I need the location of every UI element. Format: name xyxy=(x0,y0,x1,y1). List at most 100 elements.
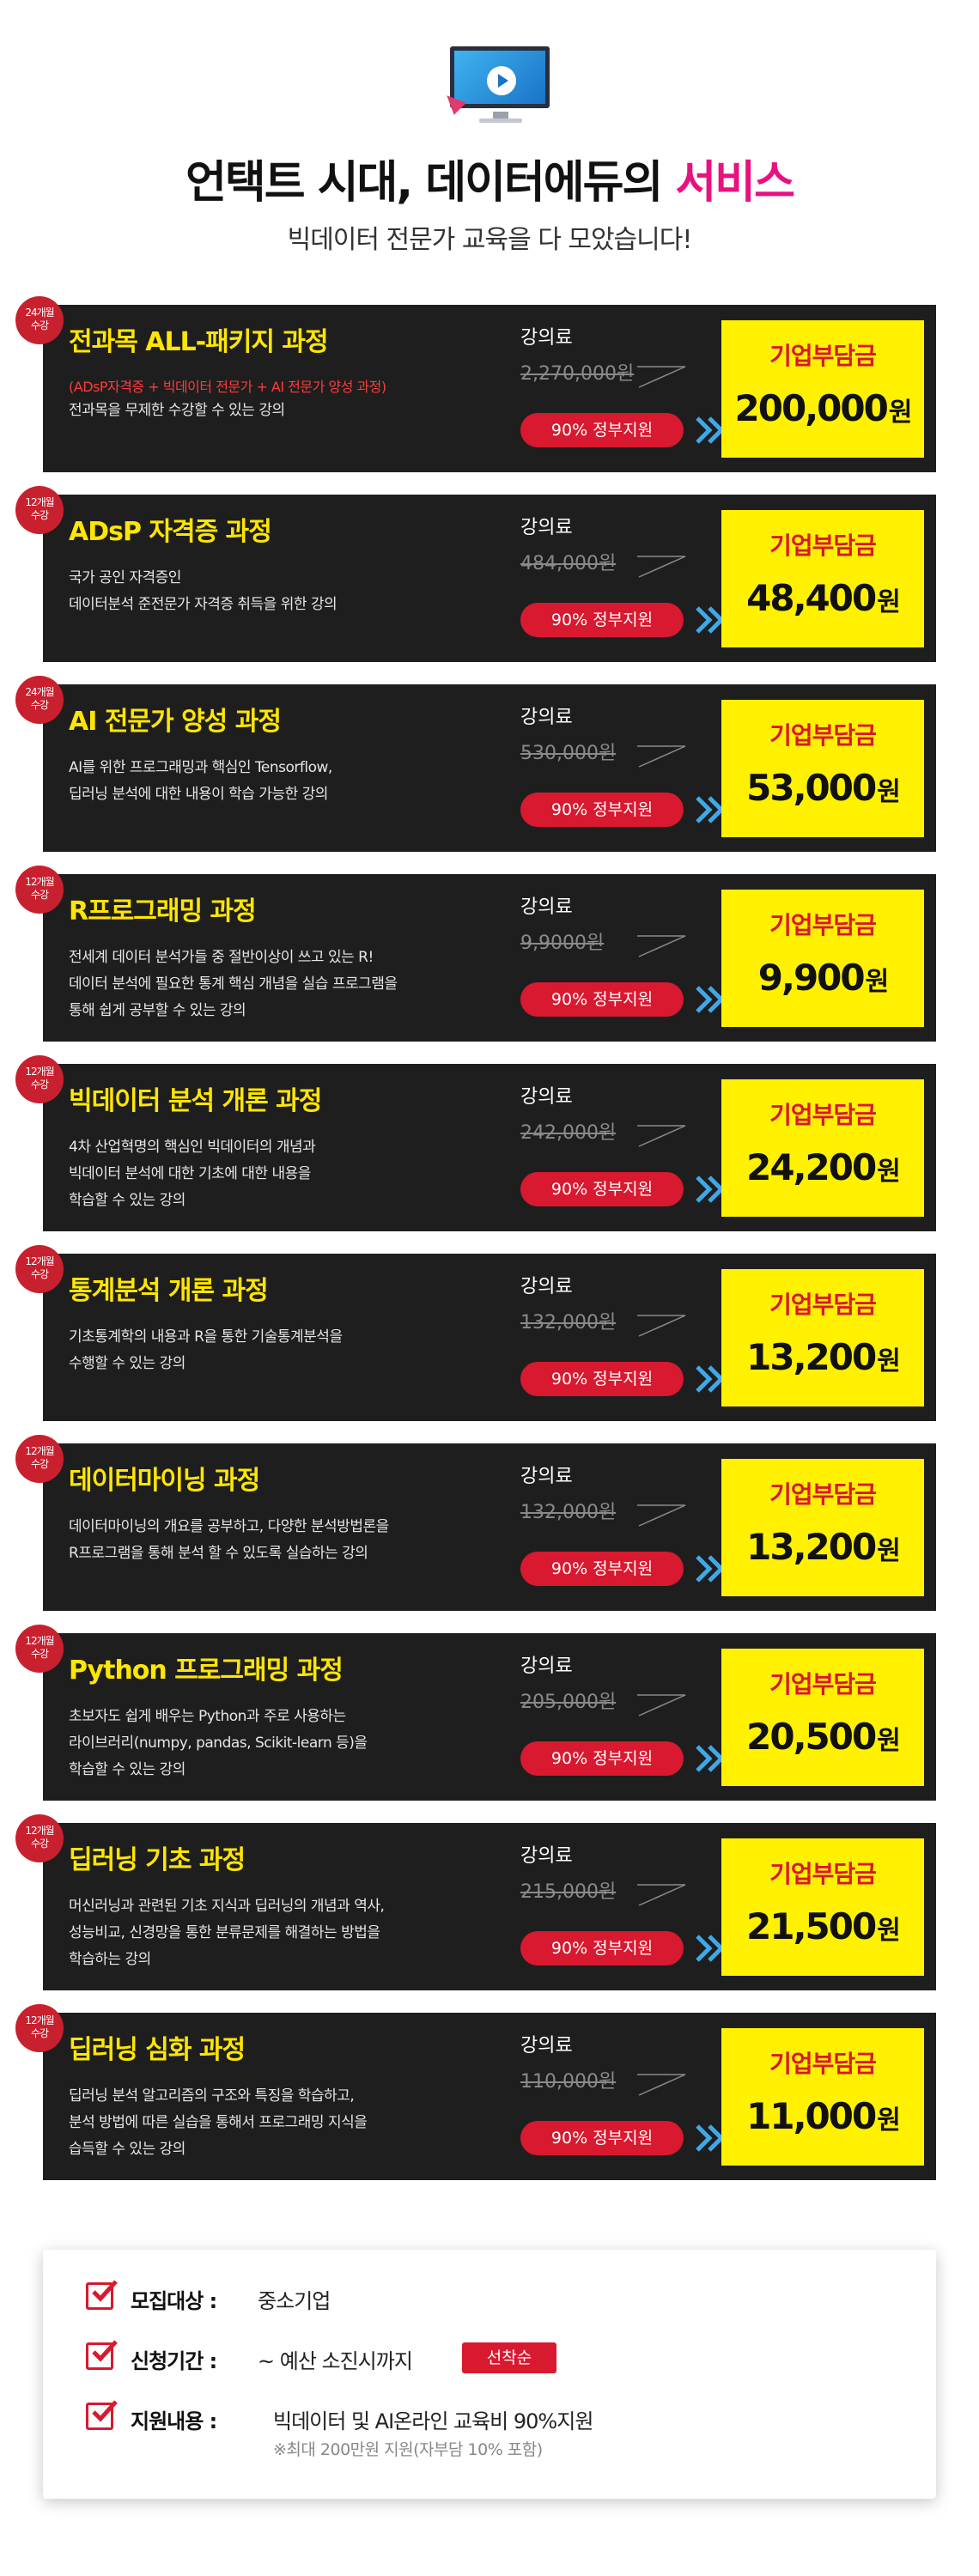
company-cost-label: 기업부담금 xyxy=(769,1480,877,1509)
badge-months: 12개월 xyxy=(25,496,54,508)
company-cost-price: 9,900원 xyxy=(721,957,924,999)
fee-label: 강의료 xyxy=(520,1466,573,1487)
course-desc-line: 딥러닝 분석 알고리즘의 구조와 특징을 학습하고, xyxy=(69,2087,355,2105)
duration-badge: 12개월 수강 xyxy=(15,486,64,534)
course-desc: 전과목을 무제한 수강할 수 있는 강의 xyxy=(69,398,285,424)
price-unit: 원 xyxy=(877,2105,901,2136)
price-unit: 원 xyxy=(877,1916,901,1946)
price-unit: 원 xyxy=(877,1157,901,1187)
price-unit: 원 xyxy=(877,1346,901,1376)
price-unit: 원 xyxy=(865,967,890,997)
badge-suffix: 수강 xyxy=(30,1268,49,1280)
course-card[interactable]: 12개월 수강 데이터마이닝 과정데이터마이닝의 개요를 공부하고, 다양한 분석방… xyxy=(15,1435,936,1611)
badge-months: 12개월 xyxy=(25,1255,54,1267)
course-desc-line: R프로그램을 통해 분석 할 수 있도록 실습하는 강의 xyxy=(69,1545,368,1562)
duration-badge: 12개월 수강 xyxy=(15,1055,64,1103)
price-value: 20,500 xyxy=(746,1716,877,1758)
strike-mark-icon xyxy=(637,1315,686,1337)
strike-mark-icon xyxy=(637,556,686,578)
company-cost-price: 20,500원 xyxy=(721,1716,924,1758)
page-title: 언택트 시대, 데이터에듀의 서비스 xyxy=(0,146,979,210)
price-value: 24,200 xyxy=(746,1146,877,1188)
course-highlight: (ADsP자격증 + 빅데이터 전문가 + AI 전문가 양성 과정) xyxy=(69,379,386,395)
gov-support-badge: 90% 정부지원 xyxy=(520,1552,684,1586)
duration-badge: 12개월 수강 xyxy=(15,1814,64,1862)
fee-label: 강의료 xyxy=(520,327,573,349)
company-cost-price: 13,200원 xyxy=(721,1526,924,1568)
company-cost-price: 200,000원 xyxy=(721,387,924,429)
course-desc-line: 딥러닝 분석에 대한 내용이 학습 가능한 강의 xyxy=(69,786,328,803)
price-value: 21,500 xyxy=(746,1905,877,1947)
strike-mark-icon xyxy=(637,1125,686,1147)
course-title: ADsP 자격증 과정 xyxy=(69,517,272,547)
course-desc-line: 습득할 수 있는 강의 xyxy=(69,2141,185,2158)
info-support-label: 지원내용 : xyxy=(131,2409,217,2433)
badge-months: 12개월 xyxy=(25,1635,54,1647)
course-card[interactable]: 12개월 수강 ADsP 자격증 과정 국가 공인 자격증인 데이터분석 준전문가 자격… xyxy=(15,486,936,662)
info-support-value: 빅데이터 및 AI온라인 교육비 90%지원 xyxy=(273,2409,593,2433)
badge-suffix: 수강 xyxy=(30,2027,49,2039)
company-cost-box: 기업부담금 13,200원 xyxy=(721,1269,924,1406)
course-card[interactable]: 12개월 수강 딥러닝 기초 과정 머신러닝과 관련된 기초 지식과 딥러닝의 개념과… xyxy=(15,1814,936,1990)
page-title-accent: 서비스 xyxy=(675,157,795,209)
fee-label: 강의료 xyxy=(520,1656,573,1677)
course-card[interactable]: 12개월 수강 Python 프로그래밍 과정 초보자도 쉽게 배우는 Python과… xyxy=(15,1625,936,1801)
gov-support-badge: 90% 정부지원 xyxy=(520,1741,684,1776)
course-card[interactable]: 12개월 수강 빅데이터 분석 개론 과정 4차 산업혁명의 핵심인 빅데이터의 개념… xyxy=(15,1055,936,1231)
gov-support-badge: 90% 정부지원 xyxy=(520,982,684,1017)
gov-support-badge: 90% 정부지원 xyxy=(520,413,684,447)
badge-suffix: 수강 xyxy=(30,509,49,521)
course-desc-line: 빅데이터 분석에 대한 기초에 대한 내용을 xyxy=(69,1165,311,1182)
original-price: 530,000원 xyxy=(520,743,617,764)
original-price: 242,000원 xyxy=(520,1122,617,1144)
fee-label: 강의료 xyxy=(520,1845,573,1867)
course-card[interactable]: 12개월 수강 딥러닝 심화 과정 딥러닝 분석 알고리즘의 구조와 특징을 학습하고… xyxy=(15,2004,936,2180)
info-box: 모집대상 : 중소기업 신청기간 : ~ 예산 소진시까지 선착순 지원내용 :… xyxy=(43,2250,936,2499)
strike-mark-icon xyxy=(637,1884,686,1906)
badge-suffix: 수강 xyxy=(30,699,49,711)
course-card[interactable]: 12개월 수강 R프로그래밍 과정 전세계 데이터 분석가들 중 절반이상이 쓰고 있… xyxy=(15,866,936,1042)
fee-label: 강의료 xyxy=(520,707,573,728)
first-come-badge: 선착순 xyxy=(462,2342,556,2373)
company-cost-label: 기업부담금 xyxy=(769,1670,877,1698)
course-card[interactable]: 24개월 수강 전과목 ALL-패키지 과정 (ADsP자격증 + 빅데이터 전문가 … xyxy=(15,296,936,472)
original-price: 110,000원 xyxy=(520,2071,617,2093)
company-cost-box: 기업부담금 53,000원 xyxy=(721,700,924,837)
course-card[interactable]: 12개월 수강 통계분석 개론 과정 기초통계학의 내용과 R을 통한 기술통계분석을… xyxy=(15,1245,936,1421)
course-title: 데이터마이닝 과정 xyxy=(69,1466,260,1496)
company-cost-price: 24,200원 xyxy=(721,1146,924,1188)
page-subtitle: 빅데이터 전문가 교육을 다 모았습니다! xyxy=(287,225,693,255)
fee-label: 강의료 xyxy=(520,517,573,538)
course-desc-line: 국가 공인 자격증인 xyxy=(69,569,181,586)
price-unit: 원 xyxy=(877,777,901,807)
course-desc-line: 데이터마이닝의 개요를 공부하고, 다양한 분석방법론을 xyxy=(69,1518,389,1535)
original-price: 9,9000원 xyxy=(520,933,605,954)
checkbox-checked-icon xyxy=(86,2400,118,2430)
company-cost-box: 기업부담금 200,000원 xyxy=(721,320,924,458)
company-cost-box: 기업부담금 20,500원 xyxy=(721,1649,924,1786)
original-price: 215,000원 xyxy=(520,1881,617,1903)
badge-suffix: 수강 xyxy=(30,1648,49,1660)
badge-months: 12개월 xyxy=(25,1825,54,1837)
duration-badge: 12개월 수강 xyxy=(15,1435,64,1483)
duration-badge: 24개월 수강 xyxy=(15,296,64,344)
badge-suffix: 수강 xyxy=(30,319,49,331)
company-cost-label: 기업부담금 xyxy=(769,1860,877,1888)
company-cost-price: 11,000원 xyxy=(721,2095,924,2137)
badge-months: 12개월 xyxy=(25,1445,54,1457)
course-desc-line: 분석 방법에 따른 실습을 통해서 프로그래밍 지식을 xyxy=(69,2114,368,2131)
badge-months: 24개월 xyxy=(25,307,54,319)
course-desc: 머신러닝과 관련된 기초 지식과 딥러닝의 개념과 역사, 성능비교, 신경망을 … xyxy=(69,1893,385,1973)
course-card[interactable]: 24개월 수강 AI 전문가 양성 과정 AI를 위한 프로그래밍과 핵심인 Tens… xyxy=(15,676,936,852)
course-desc: 딥러닝 분석 알고리즘의 구조와 특징을 학습하고, 분석 방법에 따른 실습을 … xyxy=(69,2083,368,2163)
course-desc: 국가 공인 자격증인 데이터분석 준전문가 자격증 취득을 위한 강의 xyxy=(69,565,337,618)
course-desc: 기초통계학의 내용과 R을 통한 기술통계분석을 수행할 수 있는 강의 xyxy=(69,1324,343,1377)
price-unit: 원 xyxy=(877,1536,901,1566)
strike-mark-icon xyxy=(637,745,686,768)
course-desc: 초보자도 쉽게 배우는 Python과 주로 사용하는 라이브러리(numpy, … xyxy=(69,1704,368,1783)
company-cost-box: 기업부담금 24,200원 xyxy=(721,1079,924,1217)
strike-mark-icon xyxy=(637,1504,686,1527)
gov-support-badge: 90% 정부지원 xyxy=(520,2121,684,2155)
strike-mark-icon xyxy=(637,2074,686,2096)
company-cost-price: 13,200원 xyxy=(721,1336,924,1378)
